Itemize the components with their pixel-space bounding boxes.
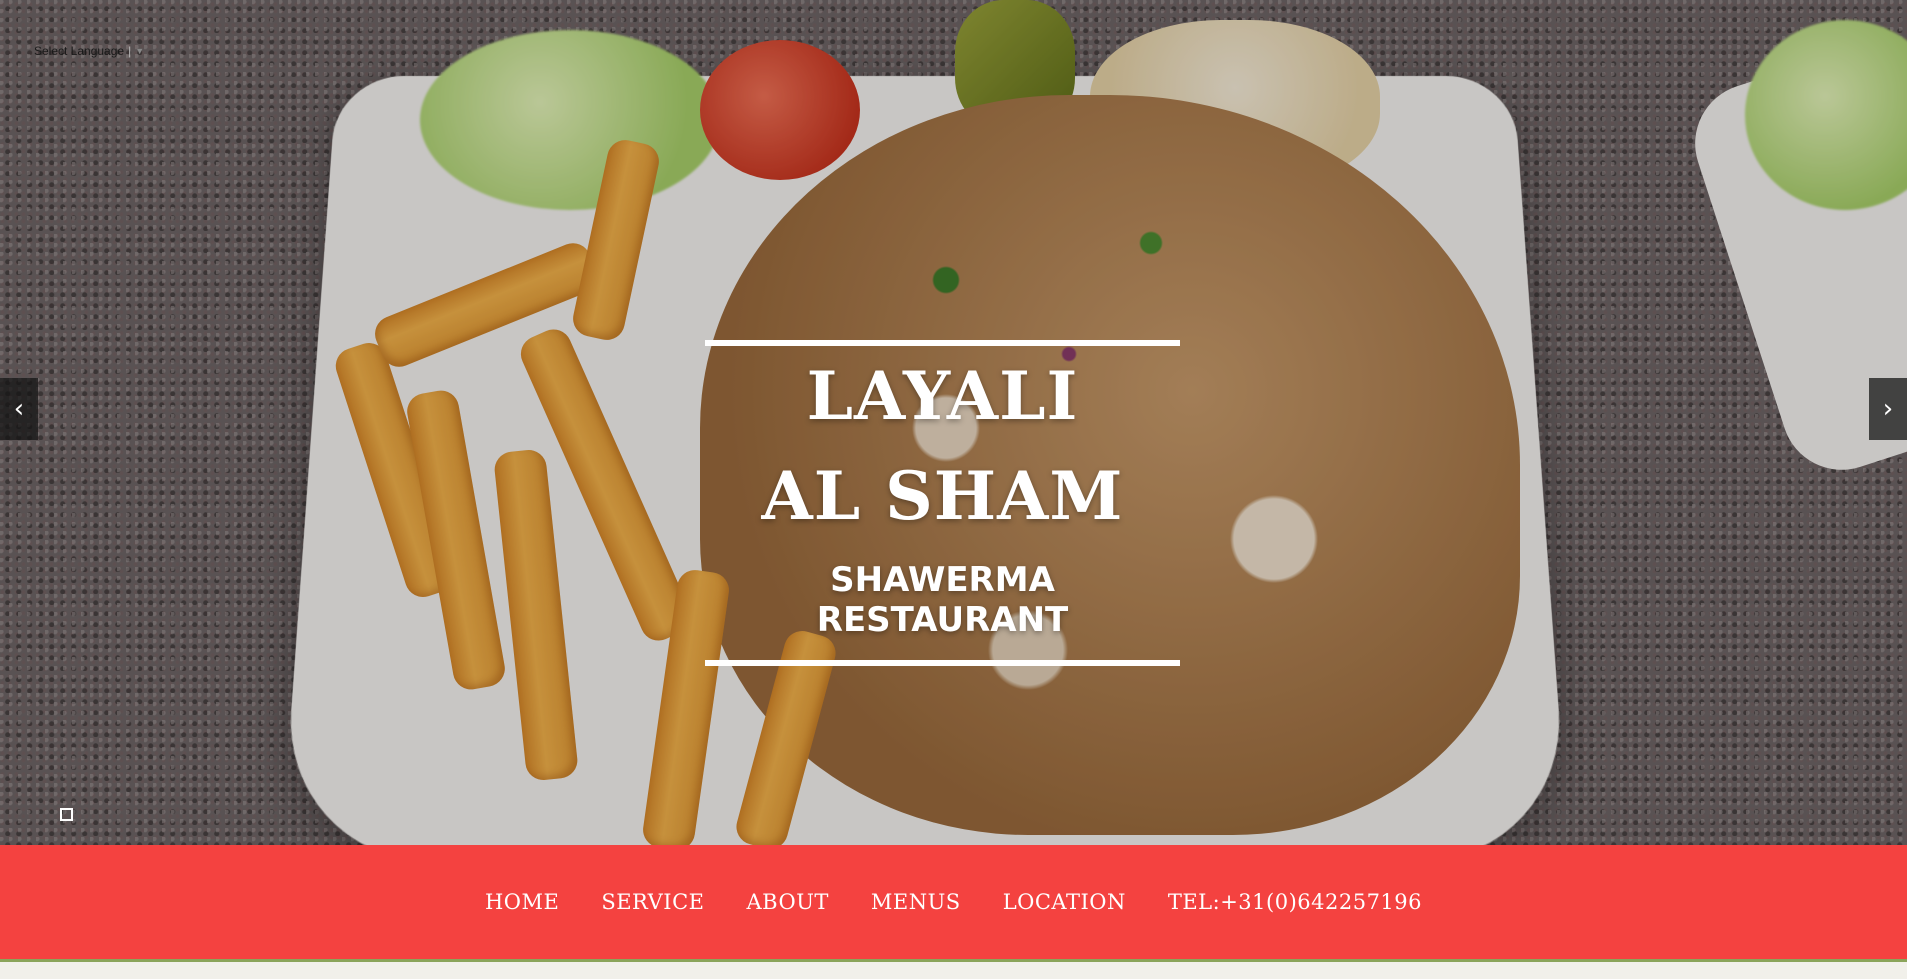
nav-location-link[interactable]: LOCATION	[1003, 890, 1126, 914]
page-title: LAYALI AL SHAM	[761, 357, 1124, 535]
title-bottom-rule	[705, 660, 1180, 666]
nav-about-link[interactable]: ABOUT	[746, 890, 828, 914]
hero-slider: Select Language | ▼ ‹ › LAYALI AL SHAM S…	[0, 0, 1907, 845]
language-separator: |	[128, 44, 132, 58]
slider-next-button[interactable]: ›	[1869, 378, 1907, 440]
language-selector[interactable]: Select Language | ▼	[34, 44, 144, 58]
language-selector-label[interactable]: Select Language	[34, 44, 124, 58]
nav-menus-link[interactable]: MENUS	[871, 890, 961, 914]
chevron-down-icon[interactable]: ▼	[135, 46, 144, 56]
nav-service-link[interactable]: SERVICE	[601, 890, 704, 914]
slider-prev-button[interactable]: ‹	[0, 378, 38, 440]
chevron-left-icon: ‹	[13, 394, 25, 424]
hero-title-block: LAYALI AL SHAM SHAWERMA RESTAURANT	[705, 340, 1180, 666]
nav-home-link[interactable]: HOME	[485, 890, 559, 914]
page-subtitle: SHAWERMA RESTAURANT	[816, 560, 1069, 640]
chevron-right-icon: ›	[1882, 394, 1894, 424]
slider-pager-dot[interactable]	[60, 808, 73, 821]
main-navigation: HOME SERVICE ABOUT MENUS LOCATION TEL:+3…	[0, 845, 1907, 962]
nav-phone-link[interactable]: TEL:+31(0)642257196	[1168, 890, 1422, 914]
